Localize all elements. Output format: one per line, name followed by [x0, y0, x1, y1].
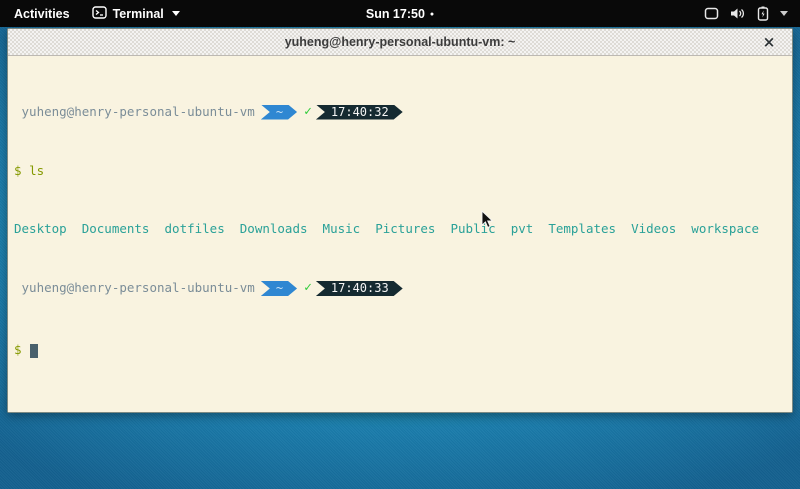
prompt-time-segment: 17:40:33: [316, 281, 403, 296]
window-title: yuheng@henry-personal-ubuntu-vm: ~: [285, 35, 516, 49]
close-button[interactable]: ×: [760, 33, 778, 51]
prompt-line: yuheng@henry-personal-ubuntu-vm ~ ✓ 17:4…: [14, 280, 792, 297]
status-check-icon: ✓: [304, 105, 312, 120]
command-text: ls: [29, 164, 44, 179]
clock-label: Sun 17:50: [366, 7, 425, 21]
notification-dot-icon: ●: [430, 11, 434, 18]
prompt-user-host: yuheng@henry-personal-ubuntu-vm: [14, 105, 255, 120]
prompt-symbol: $: [14, 343, 29, 358]
input-line: $: [14, 343, 792, 359]
clock-button[interactable]: Sun 17:50 ●: [366, 7, 434, 21]
prompt-symbol: $: [14, 164, 29, 179]
app-menu-chevron-icon: [172, 11, 180, 16]
chevron-down-icon: [780, 11, 788, 16]
prompt-line: yuheng@henry-personal-ubuntu-vm ~ ✓ 17:4…: [14, 104, 792, 121]
prompt-user-host: yuheng@henry-personal-ubuntu-vm: [14, 281, 255, 296]
display-icon: [704, 7, 719, 20]
desktop: { "topbar": { "activities_label": "Activ…: [0, 0, 800, 489]
ls-output-line: Desktop Documents dotfiles Downloads Mus…: [14, 223, 792, 237]
terminal-window: yuheng@henry-personal-ubuntu-vm: ~ × yuh…: [7, 28, 793, 413]
prompt-path-segment: ~: [261, 281, 297, 296]
terminal-viewport[interactable]: yuheng@henry-personal-ubuntu-vm ~ ✓ 17:4…: [8, 56, 792, 412]
prompt-time-segment: 17:40:32: [316, 105, 403, 120]
text-cursor-block: [30, 344, 38, 358]
battery-charging-icon: [757, 6, 769, 21]
app-menu-label: Terminal: [113, 7, 164, 21]
prompt-path-segment: ~: [261, 105, 297, 120]
activities-button[interactable]: Activities: [10, 5, 74, 23]
top-bar: Activities Terminal Sun 17:50 ●: [0, 0, 800, 27]
status-check-icon: ✓: [304, 281, 312, 296]
window-titlebar[interactable]: yuheng@henry-personal-ubuntu-vm: ~ ×: [8, 29, 792, 56]
system-tray[interactable]: [700, 0, 792, 27]
terminal-app-icon: [92, 6, 107, 22]
directory-list: Desktop Documents dotfiles Downloads Mus…: [14, 222, 759, 237]
command-line: $ ls: [14, 164, 792, 179]
app-menu-terminal[interactable]: Terminal: [92, 6, 180, 22]
volume-icon: [730, 7, 746, 20]
